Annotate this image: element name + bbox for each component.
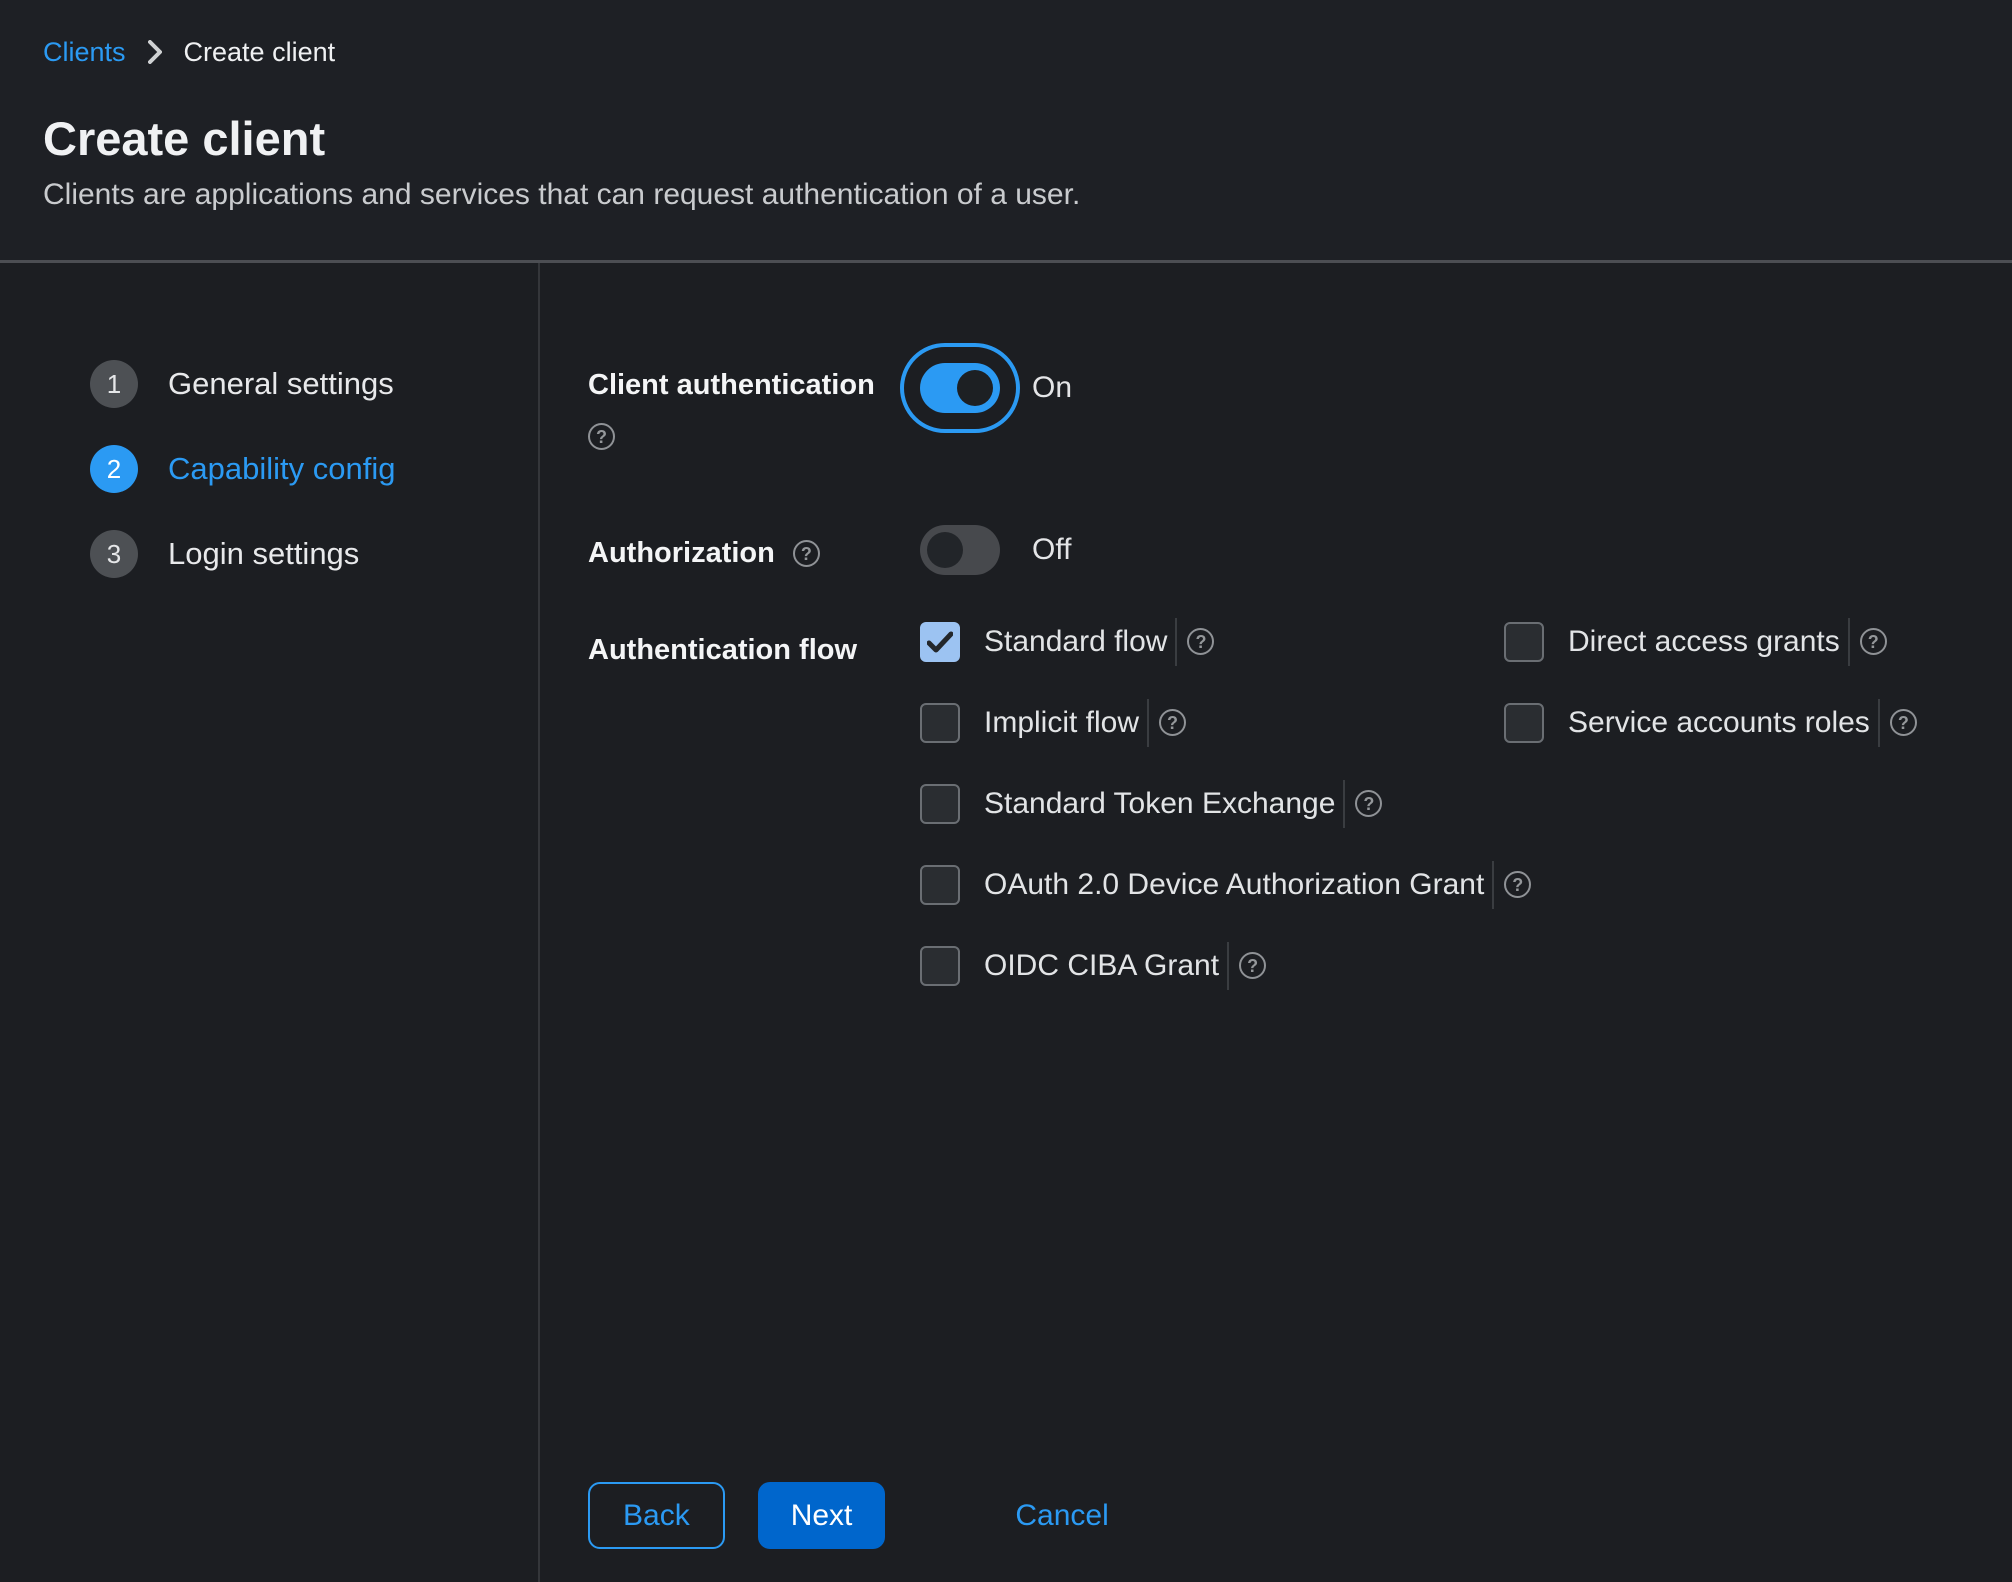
authentication-flow-row: Authentication flow Standard flow ? I (588, 622, 1972, 1027)
flow-options-left-column: Standard flow ? Implicit flow ? Standard… (920, 622, 1504, 1027)
label-divider (1175, 618, 1177, 666)
oauth-device-grant-option: OAuth 2.0 Device Authorization Grant ? (920, 865, 1504, 905)
oidc-ciba-grant-option: OIDC CIBA Grant ? (920, 946, 1504, 986)
authentication-flow-options: Standard flow ? Implicit flow ? Standard… (920, 622, 1917, 1027)
help-icon[interactable]: ? (1187, 628, 1214, 655)
wizard-step-general-settings[interactable]: 1 General settings (90, 360, 538, 408)
step-label: General settings (168, 366, 394, 402)
authorization-switch[interactable] (920, 525, 1000, 575)
standard-token-exchange-option: Standard Token Exchange ? (920, 784, 1504, 824)
back-button[interactable]: Back (588, 1482, 725, 1549)
breadcrumb-link-clients[interactable]: Clients (43, 36, 126, 68)
wizard-step-capability-config[interactable]: 2 Capability config (90, 445, 538, 493)
label-divider (1147, 699, 1149, 747)
help-icon[interactable]: ? (1890, 709, 1917, 736)
oidc-ciba-grant-checkbox[interactable] (920, 946, 960, 986)
standard-flow-checkbox[interactable] (920, 622, 960, 662)
step-number-badge: 1 (90, 360, 138, 408)
wizard: 1 General settings 2 Capability config 3… (0, 263, 2012, 1582)
direct-access-grants-checkbox[interactable] (1504, 622, 1544, 662)
wizard-nav: 1 General settings 2 Capability config 3… (0, 263, 540, 1582)
switch-state-label: On (1032, 371, 1072, 405)
page-title: Create client (43, 113, 1952, 165)
authentication-flow-label: Authentication flow (588, 634, 857, 666)
authorization-label: Authorization (588, 537, 775, 569)
implicit-flow-option: Implicit flow ? (920, 703, 1504, 743)
step-label: Login settings (168, 536, 359, 572)
oauth-device-grant-checkbox[interactable] (920, 865, 960, 905)
checkbox-label: Standard Token Exchange (984, 787, 1335, 821)
client-authentication-label: Client authentication (588, 365, 920, 405)
label-divider (1492, 861, 1494, 909)
client-authentication-switch[interactable] (920, 363, 1000, 413)
checkmark-icon (927, 631, 953, 653)
service-accounts-roles-checkbox[interactable] (1504, 703, 1544, 743)
cancel-button[interactable]: Cancel (1015, 1499, 1108, 1533)
help-icon[interactable]: ? (793, 540, 820, 567)
step-label: Capability config (168, 451, 395, 487)
chevron-right-icon (148, 40, 162, 64)
switch-focus-ring (900, 343, 1020, 433)
switch-knob (957, 370, 993, 406)
wizard-step-login-settings[interactable]: 3 Login settings (90, 530, 538, 578)
checkbox-label: Service accounts roles (1568, 706, 1870, 740)
help-icon[interactable]: ? (588, 423, 615, 450)
authorization-label-col: Authorization? (588, 525, 920, 573)
help-icon[interactable]: ? (1860, 628, 1887, 655)
checkbox-label: Standard flow (984, 625, 1167, 659)
label-divider (1878, 699, 1880, 747)
wizard-footer: Back Next Cancel (588, 1482, 1972, 1549)
service-accounts-roles-option: Service accounts roles ? (1504, 703, 1917, 743)
step-number-badge: 3 (90, 530, 138, 578)
step-number-badge: 2 (90, 445, 138, 493)
implicit-flow-checkbox[interactable] (920, 703, 960, 743)
page-subtitle: Clients are applications and services th… (43, 178, 1952, 212)
label-divider (1343, 780, 1345, 828)
authorization-row: Authorization? Off (588, 525, 1972, 575)
label-divider (1848, 618, 1850, 666)
wizard-content: Client authentication ? On Authorization… (540, 263, 2012, 1582)
breadcrumb: Clients Create client (43, 36, 1952, 68)
checkbox-label: OAuth 2.0 Device Authorization Grant (984, 868, 1484, 902)
client-authentication-label-col: Client authentication ? (588, 343, 920, 454)
direct-access-grants-option: Direct access grants ? (1504, 622, 1917, 662)
help-icon[interactable]: ? (1239, 952, 1266, 979)
next-button[interactable]: Next (758, 1482, 886, 1549)
client-authentication-control: On (920, 343, 1072, 433)
page-header: Clients Create client Create client Clie… (0, 0, 2012, 263)
flow-options-right-column: Direct access grants ? Service accounts … (1504, 622, 1917, 784)
checkbox-label: Direct access grants (1568, 625, 1840, 659)
checkbox-label: Implicit flow (984, 706, 1139, 740)
switch-knob (927, 532, 963, 568)
authorization-control: Off (920, 525, 1071, 575)
checkbox-label: OIDC CIBA Grant (984, 949, 1219, 983)
label-divider (1227, 942, 1229, 990)
client-authentication-row: Client authentication ? On (588, 343, 1972, 454)
standard-token-exchange-checkbox[interactable] (920, 784, 960, 824)
help-icon[interactable]: ? (1504, 871, 1531, 898)
switch-state-label: Off (1032, 533, 1071, 567)
help-icon[interactable]: ? (1159, 709, 1186, 736)
standard-flow-option: Standard flow ? (920, 622, 1504, 662)
breadcrumb-current: Create client (184, 36, 336, 68)
help-icon[interactable]: ? (1355, 790, 1382, 817)
authentication-flow-label-col: Authentication flow (588, 622, 920, 670)
